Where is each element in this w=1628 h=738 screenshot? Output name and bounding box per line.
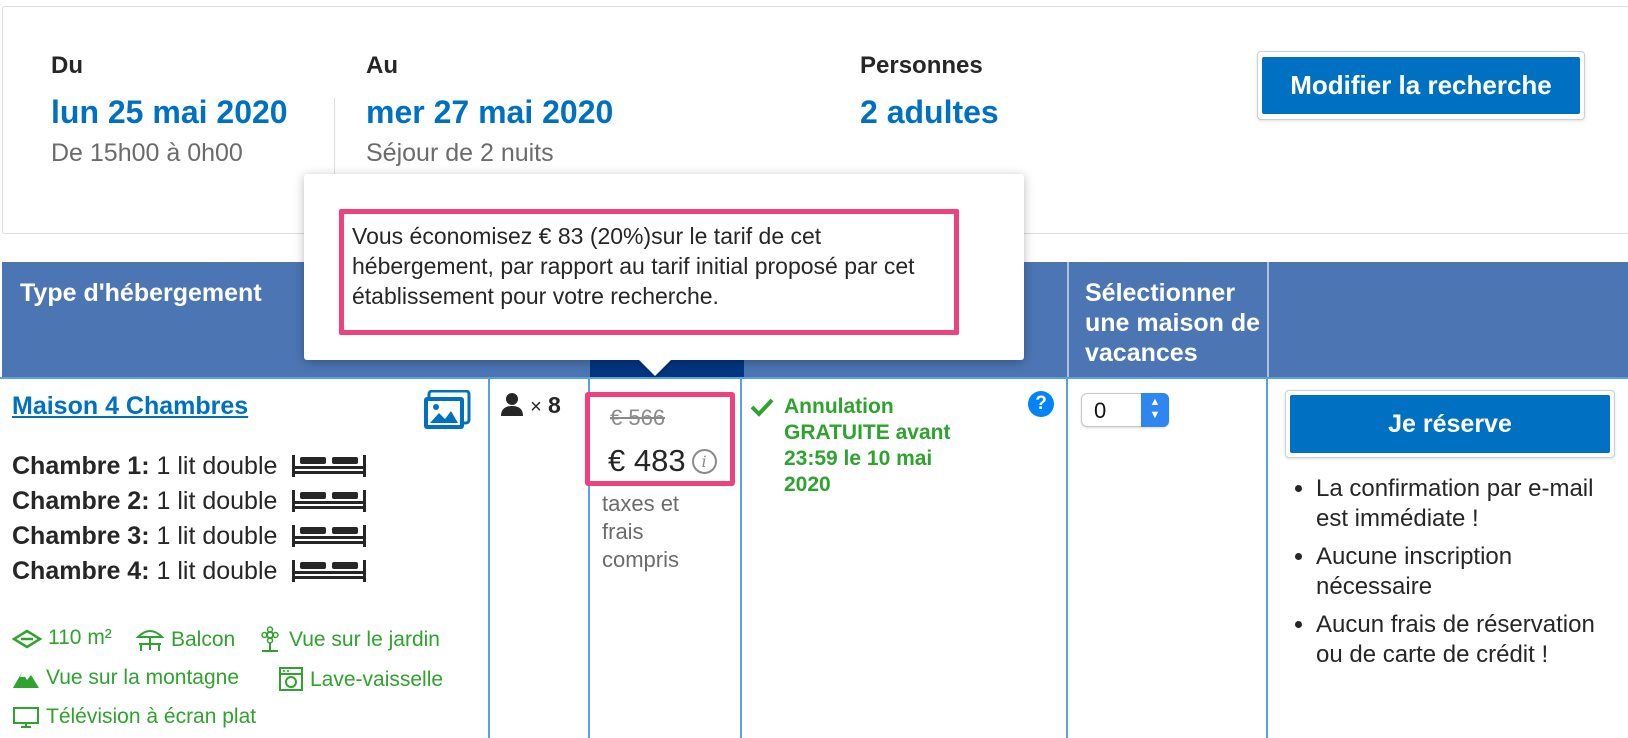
max-occupancy: × 8: [500, 392, 561, 419]
current-price-value: € 483: [608, 443, 686, 478]
bedroom-1-beds: 1 lit double: [156, 452, 278, 480]
bedroom-3: Chambre 3: 1 lit double: [12, 522, 368, 556]
facility-garden-view: Vue sur le jardin: [257, 626, 440, 652]
room-quantity-select[interactable]: 0 ▲ ▼: [1081, 393, 1169, 427]
facility-dishwasher-label: Lave-vaisselle: [310, 668, 444, 691]
facility-mountain-view-label: Vue sur la montagne: [46, 666, 240, 689]
free-cancellation: Annulation GRATUITE avant 23:59 le 10 ma…: [784, 394, 950, 498]
info-icon[interactable]: i: [691, 449, 717, 474]
bedroom-1: Chambre 1: 1 lit double: [12, 452, 368, 486]
bedroom-3-beds: 1 lit double: [156, 522, 278, 550]
cancellation-line-4: 2020: [784, 473, 831, 496]
guests-label: Personnes: [860, 52, 983, 79]
header-separator: [1067, 262, 1069, 378]
help-icon[interactable]: ?: [1028, 391, 1054, 417]
facility-garden-view-label: Vue sur le jardin: [289, 628, 440, 651]
bed-icon: [290, 558, 368, 591]
header-room-type: Type d'hébergement: [20, 279, 262, 307]
guests-block: Personnes 2 adultes: [860, 52, 999, 131]
checkout-block: Au mer 27 mai 2020 Séjour de 2 nuits: [366, 52, 613, 168]
facility-tv: Télévision à écran plat: [12, 705, 256, 729]
column-divider: [1266, 378, 1268, 738]
cancellation-line-2: GRATUITE avant: [784, 421, 951, 444]
cancellation-line-3: 23:59 le 10 mai: [784, 447, 933, 470]
current-price: € 483 i: [608, 443, 717, 479]
flower-icon: [261, 626, 279, 652]
cancellation-line-1: Annulation: [784, 395, 894, 418]
row-divider: [0, 377, 1628, 379]
bedroom-4: Chambre 4: 1 lit double: [12, 557, 368, 591]
checkin-hours: De 15h00 à 0h00: [51, 139, 243, 167]
bedroom-2-beds: 1 lit double: [156, 487, 278, 515]
price-tax-note: taxes et frais compris: [602, 490, 679, 574]
bedroom-4-label: Chambre 4:: [12, 557, 150, 585]
search-divider: [334, 98, 335, 184]
area-icon: [11, 629, 43, 649]
checkout-date[interactable]: mer 27 mai 2020: [366, 94, 613, 131]
modify-search-button[interactable]: Modifier la recherche: [1262, 57, 1580, 114]
facility-mountain-view: Vue sur la montagne: [12, 666, 239, 690]
occupancy-count: 8: [547, 392, 561, 418]
person-icon: [501, 393, 523, 416]
header-separator: [1267, 262, 1269, 378]
facility-balcony: Balcon: [135, 626, 235, 652]
bed-icon: [290, 523, 368, 556]
bedroom-1-label: Chambre 1:: [12, 452, 150, 480]
balcony-icon: [135, 630, 165, 651]
perk-item: Aucune inscription nécessaire: [1316, 542, 1626, 602]
booking-perks: La confirmation par e-mail est immédiate…: [1284, 474, 1626, 678]
reserve-container: Je réserve: [1285, 390, 1615, 458]
facility-area-label: 110 m²: [48, 626, 112, 649]
facility-area: 110 m²: [11, 626, 112, 650]
tax-note-line-1: taxes et: [602, 491, 680, 516]
bed-icon: [290, 488, 368, 521]
modify-search-container: Modifier la recherche: [1257, 51, 1585, 120]
facility-balcony-label: Balcon: [171, 628, 236, 651]
perk-item: Aucun frais de réservation ou de carte d…: [1316, 610, 1626, 670]
mountain-icon: [13, 672, 39, 688]
checkout-label: Au: [366, 52, 398, 79]
tax-note-line-2: frais: [602, 519, 644, 544]
checkin-date[interactable]: lun 25 mai 2020: [51, 94, 288, 131]
bedroom-2-label: Chambre 2:: [12, 487, 150, 515]
tax-note-line-3: compris: [602, 547, 680, 572]
occupancy-times: ×: [530, 396, 542, 418]
column-divider: [488, 378, 490, 738]
facility-tv-label: Télévision à écran plat: [46, 705, 257, 728]
dishwasher-icon: [279, 667, 303, 691]
perk-item: La confirmation par e-mail est immédiate…: [1316, 474, 1626, 534]
header-select: Sélectionner une maison de vacances: [1085, 279, 1261, 367]
tooltip-arrow: [638, 359, 672, 376]
bed-icon: [290, 453, 368, 486]
guests-value[interactable]: 2 adultes: [860, 94, 999, 131]
bedroom-2: Chambre 2: 1 lit double: [12, 487, 368, 521]
tooltip-text: Vous économisez € 83 (20%)sur le tarif d…: [352, 223, 915, 309]
column-divider: [1066, 378, 1068, 738]
tv-icon: [13, 707, 39, 728]
room-name-link[interactable]: Maison 4 Chambres: [12, 392, 248, 421]
gallery-icon[interactable]: [422, 389, 472, 437]
bedroom-3-label: Chambre 3:: [12, 522, 150, 550]
reserve-button[interactable]: Je réserve: [1290, 395, 1610, 453]
stay-length: Séjour de 2 nuits: [366, 139, 554, 167]
price-highlight: € 566 € 483 i: [585, 392, 735, 486]
check-icon: [750, 397, 774, 422]
original-price: € 566: [610, 405, 666, 430]
column-divider: [740, 378, 742, 738]
checkin-block: Du lun 25 mai 2020 De 15h00 à 0h00: [51, 52, 288, 168]
checkin-label: Du: [51, 52, 83, 79]
facility-dishwasher: Lave-vaisselle: [278, 666, 443, 692]
bedroom-4-beds: 1 lit double: [156, 557, 278, 585]
room-quantity-value: 0: [1094, 398, 1107, 423]
select-arrows-icon: ▲ ▼: [1141, 393, 1169, 427]
